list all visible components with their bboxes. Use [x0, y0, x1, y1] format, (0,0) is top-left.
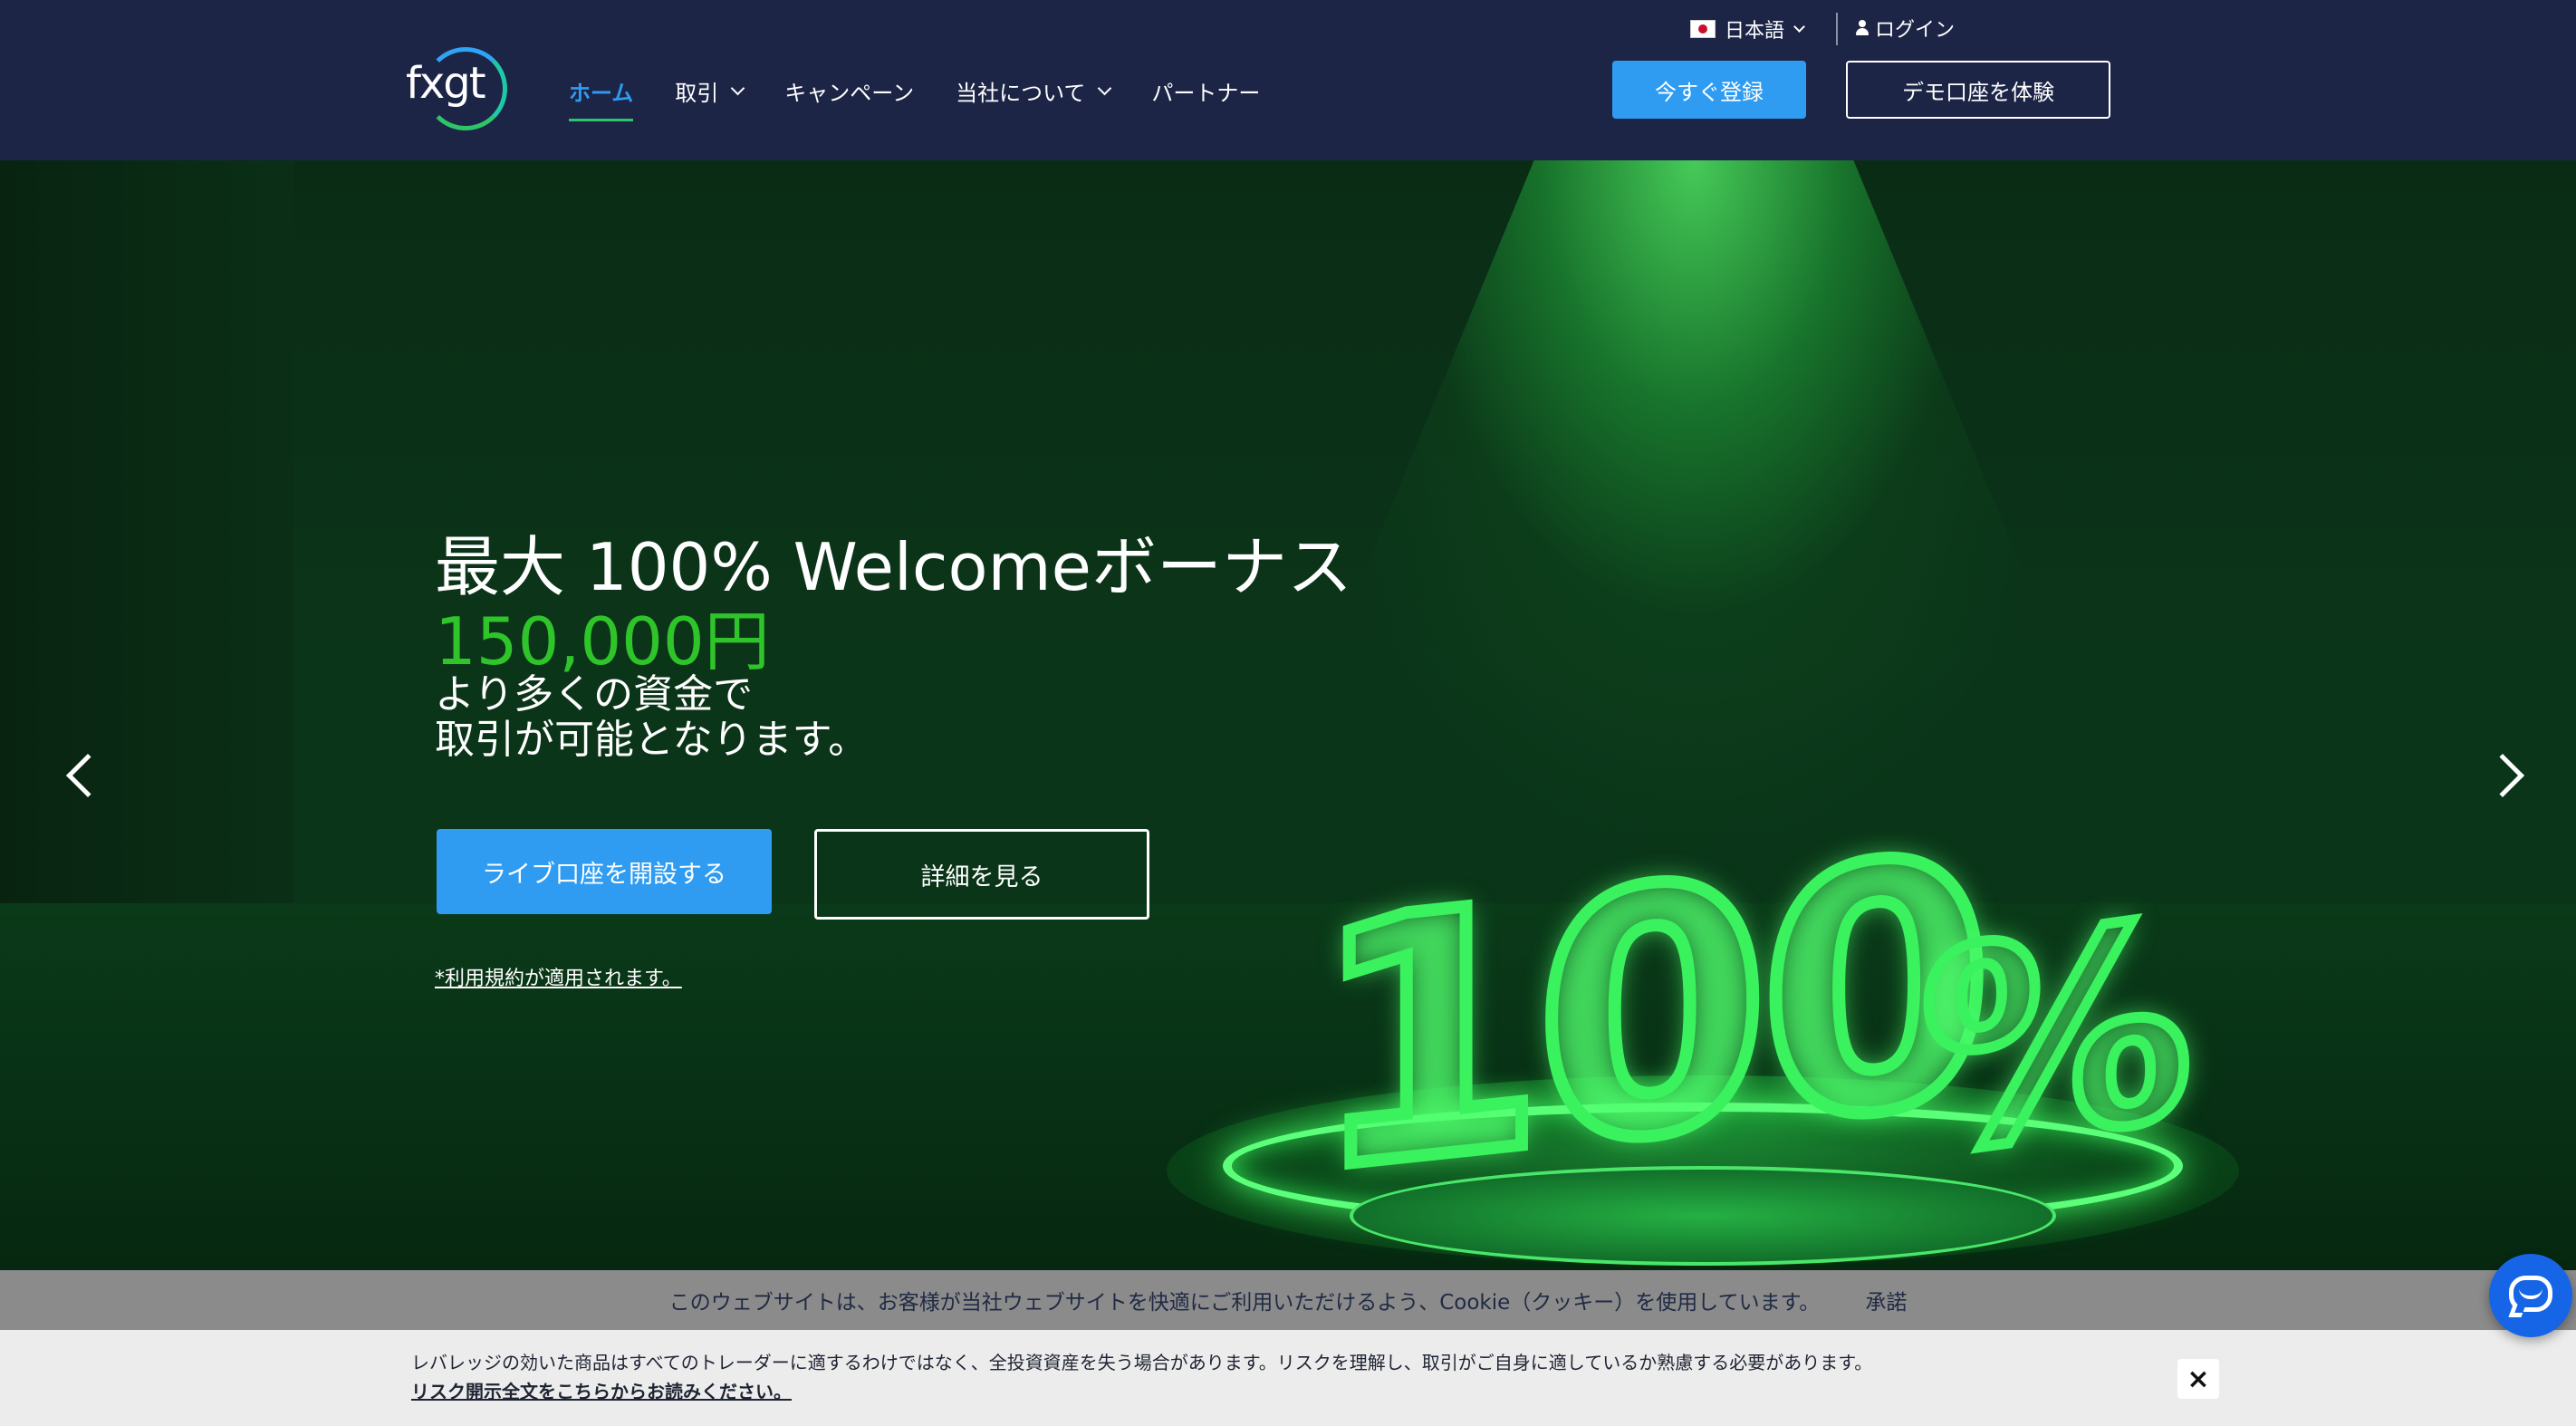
chevron-down-icon: [1793, 21, 1805, 33]
chevron-right-icon: [2480, 753, 2525, 798]
terms-link[interactable]: *利用規約が適用されます。: [435, 962, 682, 991]
risk-text: レバレッジの効いた商品はすべてのトレーダーに適するわけではなく、全投資資産を失う…: [411, 1352, 1873, 1373]
risk-warning-bar: レバレッジの効いた商品はすべてのトレーダーに適するわけではなく、全投資資産を失う…: [0, 1330, 2576, 1426]
site-header: fxgt ホーム 取引 キャンペーン 当社について パートナー 日本語 ログイン…: [0, 0, 2576, 160]
language-selector[interactable]: 日本語: [1690, 14, 1805, 43]
neon-percent-graphic: %: [1915, 856, 2198, 1221]
chat-button[interactable]: [2489, 1254, 2572, 1337]
cookie-text: このウェブサイトは、お客様が当社ウェブサイトを快適にご利用いただけるよう、Coo…: [668, 1291, 1821, 1315]
demo-account-button[interactable]: デモ口座を体験: [1846, 61, 2110, 119]
nav-item-home[interactable]: ホーム: [569, 65, 634, 121]
nav-item-campaign[interactable]: キャンペーン: [784, 65, 914, 116]
logo-text: fxgt: [406, 58, 486, 109]
hero-subtitle-line: より多くの資金で: [435, 671, 754, 718]
hero-banner: 100 % 最大 100% Welcomeボーナス 150,000円 より多くの…: [0, 160, 2576, 1270]
cookie-banner: このウェブサイトは、お客様が当社ウェブサイトを快適にご利用いただけるよう、Coo…: [0, 1270, 2576, 1330]
hero-bonus-amount: 150,000円: [435, 603, 770, 679]
chevron-down-icon: [1098, 81, 1112, 95]
login-link[interactable]: ログイン: [1855, 14, 1955, 42]
main-nav: ホーム 取引 キャンペーン 当社について パートナー: [569, 65, 1302, 121]
nav-item-trading[interactable]: 取引: [675, 65, 745, 116]
nav-label: キャンペーン: [784, 80, 915, 106]
close-button[interactable]: ×: [2177, 1359, 2219, 1399]
fxgt-logo[interactable]: fxgt: [406, 45, 507, 136]
nav-label: 取引: [675, 80, 719, 106]
nav-item-partner[interactable]: パートナー: [1151, 65, 1260, 116]
chat-icon-tail: [2508, 1305, 2526, 1317]
language-label: 日本語: [1725, 20, 1785, 43]
nav-label: 当社について: [956, 80, 1086, 106]
login-label: ログイン: [1875, 19, 1956, 42]
risk-disclosure-link[interactable]: リスク開示全文をこちらからお読みください。: [411, 1381, 792, 1402]
nav-label: ホーム: [569, 80, 634, 106]
chevron-down-icon: [731, 81, 745, 95]
nav-label: パートナー: [1151, 80, 1261, 106]
hero-subtitle: より多くの資金で 取引が可能となります。: [435, 672, 868, 763]
carousel-prev-button[interactable]: [54, 740, 111, 813]
see-details-button[interactable]: 詳細を見る: [814, 829, 1149, 920]
chevron-left-icon: [65, 753, 111, 798]
neon-100-graphic: 100: [1305, 780, 1990, 1253]
register-button[interactable]: 今すぐ登録: [1612, 61, 1806, 119]
japan-flag-icon: [1690, 20, 1716, 38]
person-icon: [1855, 20, 1870, 36]
carousel-next-button[interactable]: [2480, 740, 2536, 813]
header-divider: [1836, 13, 1838, 45]
hero-subtitle-line: 取引が可能となります。: [435, 717, 869, 763]
risk-warning-text: レバレッジの効いた商品はすべてのトレーダーに適するわけではなく、全投資資産を失う…: [411, 1348, 1879, 1406]
cookie-accept-button[interactable]: 承諾: [1865, 1285, 1907, 1315]
nav-item-about[interactable]: 当社について: [956, 65, 1112, 116]
open-live-account-button[interactable]: ライブ口座を開設する: [437, 829, 772, 914]
